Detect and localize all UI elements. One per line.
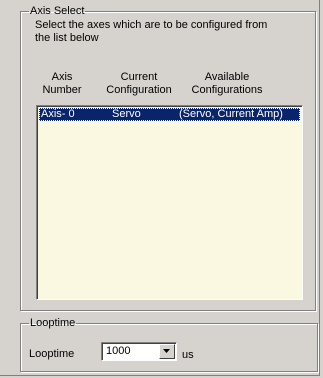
looptime-group-label: Looptime (30, 317, 76, 329)
instruction-line-2: the list below (35, 32, 99, 44)
current-configuration-cell: Servo (112, 108, 141, 120)
column-header-available-line1: Available (204, 71, 250, 83)
column-header-axis-number-line2: Number (42, 84, 82, 96)
looptime-unit-label: us (182, 349, 194, 361)
axis-number-cell: Axis- 0 (41, 108, 75, 120)
looptime-dropdown-button[interactable] (159, 344, 175, 359)
axis-list[interactable]: Axis- 0 Servo (Servo, Current Amp) (36, 105, 303, 300)
available-configurations-cell: (Servo, Current Amp) (179, 108, 283, 120)
looptime-combobox[interactable]: 1000 (101, 342, 177, 361)
axis-list-row[interactable]: Axis- 0 Servo (Servo, Current Amp) (39, 108, 300, 121)
column-header-current-line1: Current (120, 71, 158, 83)
column-header-current-configuration: Current Configuration (101, 71, 177, 97)
instruction-line-1: Select the axes which are to be configur… (35, 19, 268, 31)
column-header-available-line2: Configurations (191, 84, 263, 96)
column-header-available-configurations: Available Configurations (177, 71, 277, 97)
axis-select-group-label: Axis Select (30, 5, 85, 17)
looptime-label: Looptime (29, 348, 75, 360)
column-header-current-line2: Configuration (106, 84, 172, 96)
column-header-axis-number-line1: Axis (51, 71, 73, 83)
chevron-down-icon (163, 349, 170, 353)
column-header-axis-number: Axis Number (38, 71, 86, 97)
axis-select-instructions: Select the axes which are to be configur… (35, 19, 295, 45)
looptime-value: 1000 (106, 345, 131, 357)
